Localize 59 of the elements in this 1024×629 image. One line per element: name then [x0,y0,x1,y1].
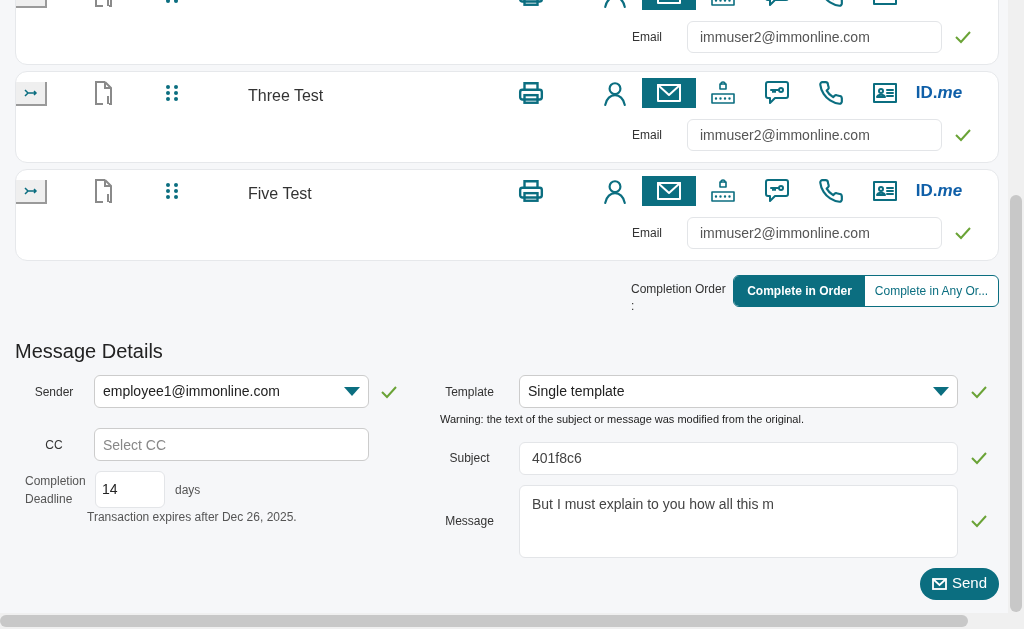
phone-icon [818,178,844,204]
field-label: Template [445,383,494,401]
document-icon [93,178,115,204]
completion-order-option[interactable]: Complete in Order [734,276,865,306]
idme-logo[interactable]: ID.me [912,176,966,206]
person-icon [602,178,628,204]
subject-field[interactable]: 401f8c6 [519,441,958,475]
dropdown-caret-icon [344,387,360,396]
document-icon [93,80,115,106]
dropdown-caret-icon [933,387,949,396]
send-button[interactable]: Send [919,567,999,600]
id-card-icon [872,180,898,202]
phone-icon [818,80,844,106]
envelope-icon [656,83,682,103]
email-field[interactable]: immuser2@immonline.com [687,21,942,53]
email-label: Email [632,225,663,242]
signer-name: Three Test [248,87,324,104]
printer-icon[interactable] [518,80,544,106]
arrow-icon [23,88,38,98]
chat-key-icon [764,80,790,106]
keypad-lock-icon [710,178,736,204]
template-select[interactable]: Single template [519,375,958,408]
warning-text: Warning: the text of the subject or message was modified from the original. [440,412,804,427]
field-label: Subject [449,450,490,467]
arrow-icon [23,186,38,196]
idme-logo[interactable]: ID.me [912,78,966,108]
person-icon [602,80,628,106]
email-field[interactable]: immuser2@immonline.com [687,217,942,249]
envelope-icon [656,181,682,201]
field-label: Completion Deadline [25,472,87,508]
chat-key-icon [764,178,790,204]
field-label: Message [445,513,494,530]
id-card-icon [872,82,898,104]
days-unit: days [175,481,201,499]
email-method-button[interactable] [642,78,696,108]
field-label: Sender [34,383,74,401]
expiry-note: Transaction expires after Dec 26, 2025. [87,509,297,526]
horizontal-scrollbar[interactable] [0,613,1024,629]
email-label: Email [632,127,663,144]
envelope-icon [931,577,947,590]
route-toggle-button[interactable] [16,82,47,106]
email-field[interactable]: immuser2@immonline.com [687,119,942,151]
drag-handle-icon[interactable] [165,84,179,102]
field-label: CC [45,436,63,454]
keypad-lock-icon [710,80,736,106]
email-method-button[interactable] [642,176,696,206]
signer-name: Five Test [248,185,312,202]
completion-order-option[interactable]: Complete in Any Or... [865,276,998,306]
completion-order-label: Completion Order : [631,281,727,315]
route-toggle-button[interactable] [16,180,47,204]
cc-field[interactable]: Select CC [94,428,369,461]
email-label: Email [632,29,663,46]
vertical-scrollbar[interactable] [1008,0,1024,613]
section-title: Message Details [15,339,163,364]
printer-icon[interactable] [518,178,544,204]
sender-select[interactable]: employee1@immonline.com [94,375,369,408]
message-field[interactable]: But I must explain to you how all this m [519,484,958,558]
drag-handle-icon[interactable] [165,182,179,200]
deadline-field[interactable]: 14 [95,471,165,508]
